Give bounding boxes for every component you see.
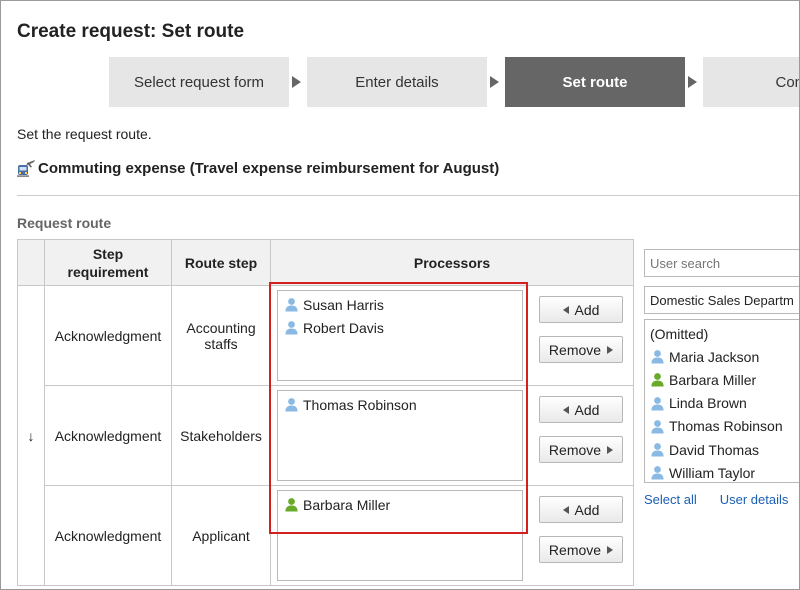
right-arrow-icon (607, 545, 614, 554)
remove-button[interactable]: Remove (539, 436, 623, 463)
route-step-cell: Accounting staffs (171, 285, 271, 386)
user-details-link[interactable]: User details (720, 492, 789, 507)
step-arrow-icon (292, 76, 301, 88)
step-select-request-form: Select request form (109, 57, 289, 107)
select-all-link[interactable]: Select all (644, 492, 697, 507)
route-step-cell: Stakeholders (171, 385, 271, 486)
header-arrow (17, 239, 45, 286)
step-arrow-icon (490, 76, 499, 88)
header-step-requirement: Step requirement (44, 239, 172, 286)
add-button[interactable]: Add (539, 496, 623, 523)
left-arrow-icon (562, 505, 569, 514)
request-form-name: Commuting expense (Travel expense reimbu… (38, 159, 500, 177)
user-search-input[interactable] (644, 249, 799, 277)
user-name: William Taylor (669, 464, 756, 481)
add-label: Add (574, 501, 600, 518)
section-label-request-route: Request route (17, 215, 112, 231)
commute-train-plane-icon (17, 160, 35, 177)
add-button[interactable]: Add (539, 296, 623, 323)
user-name: Thomas Robinson (669, 418, 783, 435)
step-requirement-cell: Acknowledgment (44, 285, 172, 386)
processor-name: Barbara Miller (303, 496, 391, 513)
processor-list[interactable]: Thomas Robinson (277, 390, 523, 481)
add-label: Add (574, 401, 600, 418)
department-select[interactable]: Domestic Sales Departm (644, 286, 799, 314)
page-title: Create request: Set route (17, 21, 245, 42)
remove-label: Remove (548, 441, 602, 458)
list-item[interactable]: Thomas Robinson (284, 393, 516, 416)
intro-text: Set the request route. (17, 126, 152, 142)
list-item[interactable]: William Taylor (650, 461, 799, 482)
route-table: Step requirement Route step Processors ↓… (17, 239, 634, 586)
step-set-route: Set route (505, 57, 685, 107)
user-icon (650, 349, 665, 364)
header-route-step: Route step (171, 239, 271, 286)
processors-cell: Susan Harris Robert Davis Add Remove (270, 285, 634, 386)
route-direction-arrow-icon: ↓ (17, 285, 45, 586)
list-item[interactable]: Barbara Miller (284, 493, 516, 516)
list-item[interactable]: Barbara Miller (650, 368, 799, 391)
step-confirm: Confi (703, 57, 799, 107)
processor-name: Thomas Robinson (303, 396, 417, 413)
user-icon (650, 372, 665, 387)
processor-name: Susan Harris (303, 296, 384, 313)
list-item[interactable]: Maria Jackson (650, 345, 799, 368)
user-name: (Omitted) (650, 325, 709, 342)
remove-button[interactable]: Remove (539, 336, 623, 363)
remove-button[interactable]: Remove (539, 536, 623, 563)
user-icon (284, 397, 299, 412)
route-step-cell: Applicant (171, 485, 271, 586)
add-label: Add (574, 301, 600, 318)
table-row: ↓ Acknowledgment Accounting staffs Susan… (17, 285, 634, 586)
processor-list[interactable]: Barbara Miller (277, 490, 523, 581)
user-name: Barbara Miller (669, 371, 757, 388)
left-arrow-icon (562, 405, 569, 414)
user-icon (650, 419, 665, 434)
user-name: Maria Jackson (669, 348, 760, 365)
list-item[interactable]: Linda Brown (650, 392, 799, 415)
processor-list[interactable]: Susan Harris Robert Davis (277, 290, 523, 381)
left-arrow-icon (562, 305, 569, 314)
list-item[interactable]: Susan Harris (284, 293, 516, 316)
add-button[interactable]: Add (539, 396, 623, 423)
step-requirement-cell: Acknowledgment (44, 385, 172, 486)
user-icon (284, 320, 299, 335)
list-item[interactable]: Thomas Robinson (650, 415, 799, 438)
list-item[interactable]: David Thomas (650, 438, 799, 461)
user-name: David Thomas (669, 441, 760, 458)
request-form-line: Commuting expense (Travel expense reimbu… (17, 159, 499, 177)
user-list[interactable]: (Omitted) Maria Jackson Barbara Miller L… (644, 319, 799, 483)
processors-cell: Thomas Robinson Add Remove (270, 385, 634, 486)
step-enter-details: Enter details (307, 57, 487, 107)
list-item[interactable]: Robert Davis (284, 316, 516, 339)
user-icon (650, 442, 665, 457)
divider (17, 195, 799, 196)
user-list-links: Select all User details (644, 492, 788, 507)
processor-name: Robert Davis (303, 319, 384, 336)
list-item[interactable]: (Omitted) (650, 322, 799, 345)
step-arrow-icon (688, 76, 697, 88)
remove-label: Remove (548, 341, 602, 358)
right-arrow-icon (607, 445, 614, 454)
user-icon (650, 396, 665, 411)
table-row: Acknowledgment Stakeholders Thomas Robin… (18, 385, 634, 486)
table-row: Acknowledgment Applicant Barbara Miller … (18, 485, 634, 586)
header-processors: Processors (270, 239, 634, 286)
wizard-steps: Select request form Enter details Set ro… (109, 57, 799, 107)
app-window: Create request: Set route Select request… (0, 0, 800, 590)
user-icon (284, 497, 299, 512)
user-name: Linda Brown (669, 395, 747, 412)
processors-cell: Barbara Miller Add Remove (270, 485, 634, 586)
step-requirement-cell: Acknowledgment (44, 485, 172, 586)
table-header-row: Step requirement Route step Processors (17, 239, 634, 286)
remove-label: Remove (548, 541, 602, 558)
user-icon (650, 465, 665, 480)
user-icon (284, 297, 299, 312)
right-arrow-icon (607, 345, 614, 354)
